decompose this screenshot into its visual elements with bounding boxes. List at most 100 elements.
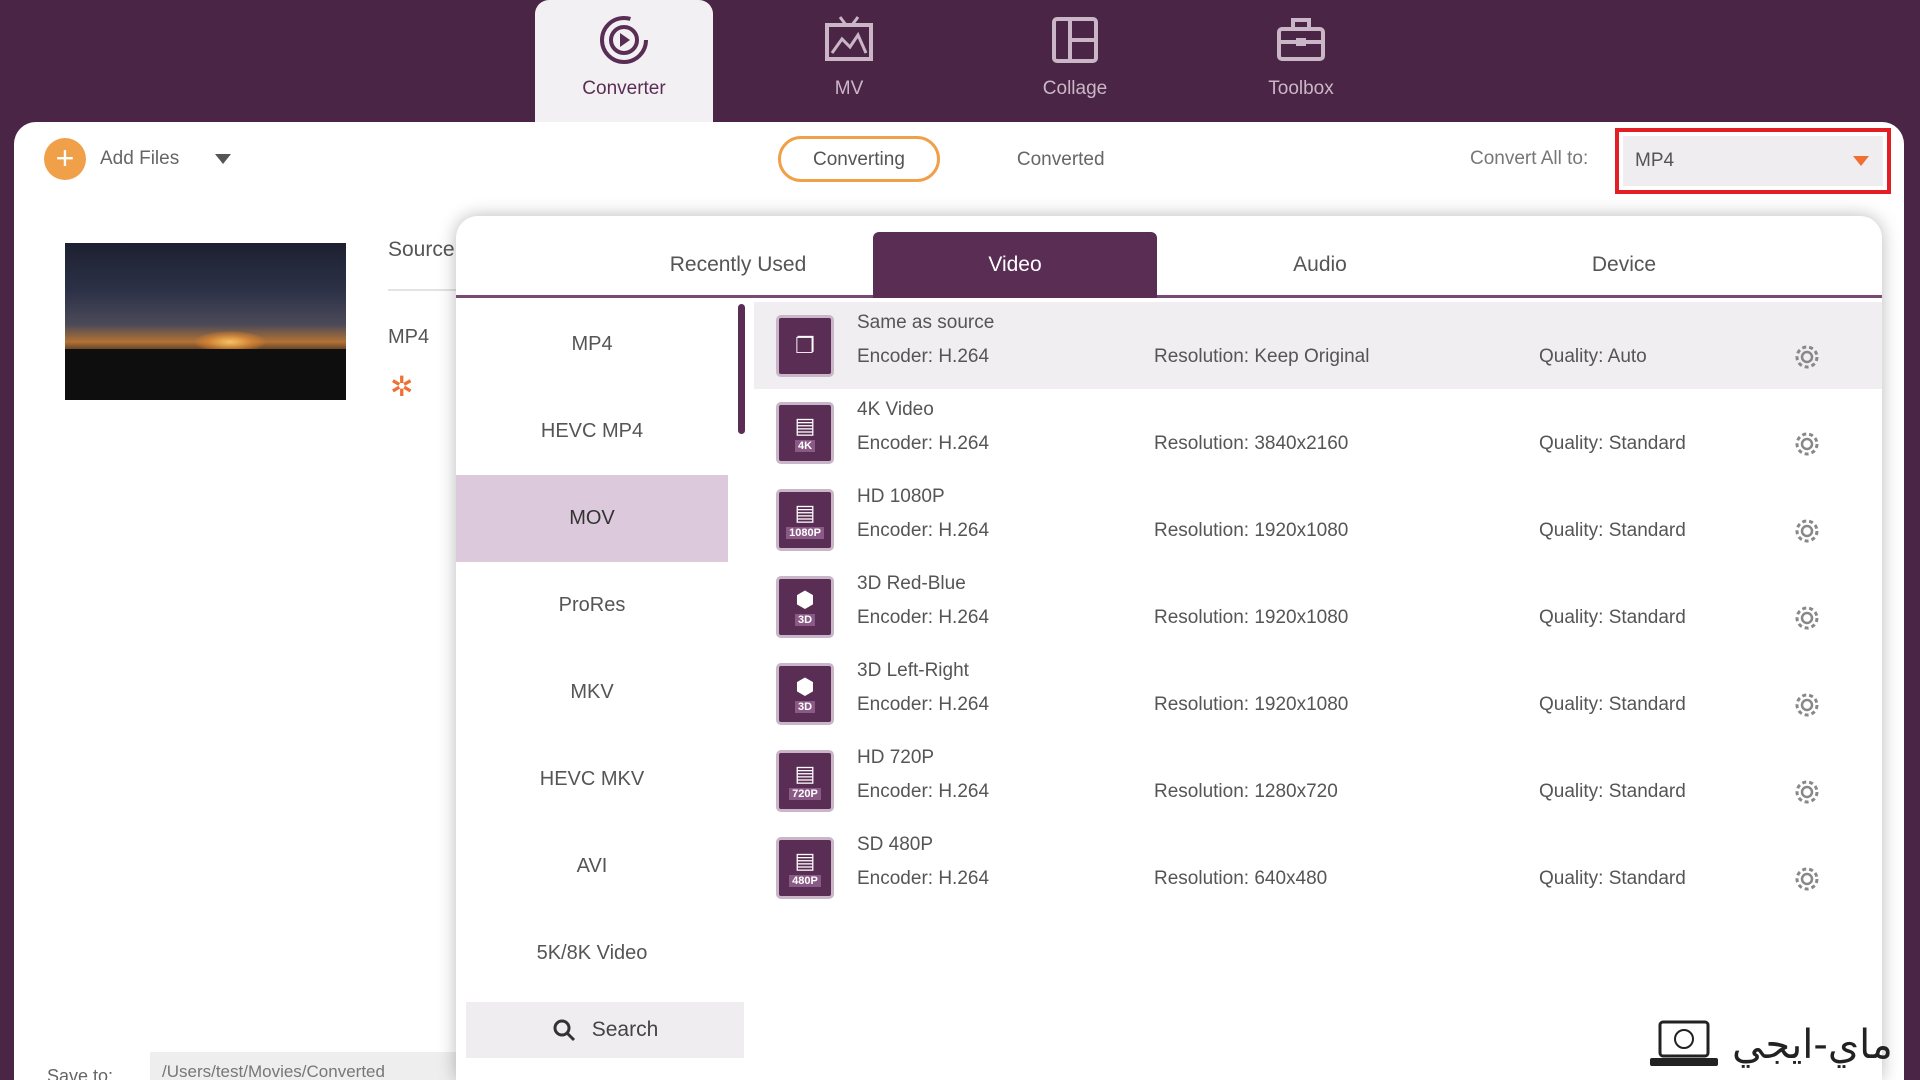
- gear-icon[interactable]: [1792, 690, 1822, 720]
- status-tabs: Converting Converted: [778, 136, 1140, 182]
- category-mp4[interactable]: MP4: [456, 301, 728, 388]
- format-encoder: Encoder: H.264: [857, 868, 990, 889]
- format-encoder: Encoder: H.264: [857, 433, 990, 454]
- format-resolution: Resolution: Keep Original: [1154, 346, 1370, 367]
- format-row-sd-480p[interactable]: ▤ 480P SD 480P Encoder: H.264 Resolution:…: [754, 824, 1882, 911]
- format-encoder: Encoder: H.264: [857, 346, 990, 367]
- divider: [388, 289, 458, 291]
- search-label: Search: [591, 1018, 659, 1041]
- format-resolution: Resolution: 3840x2160: [1154, 433, 1349, 454]
- search-icon: [553, 1019, 575, 1042]
- nav-tab-converter[interactable]: Converter: [535, 0, 713, 122]
- nav-tab-label: MV: [834, 78, 864, 99]
- toolbar: + Add Files Converting Converted Convert…: [14, 122, 1904, 198]
- format-row-hd-720p[interactable]: ▤ 720P HD 720P Encoder: H.264 Resolution:…: [754, 737, 1882, 824]
- format-row-4k-video[interactable]: ▤ 4K 4K Video Encoder: H.264 Resolution: …: [754, 389, 1882, 476]
- category-prores[interactable]: ProRes: [456, 562, 728, 649]
- format-name: HD 1080P: [857, 486, 945, 507]
- format-quality: Quality: Standard: [1539, 694, 1686, 715]
- format-tag: 4K: [794, 440, 816, 452]
- mv-icon: [821, 12, 877, 68]
- top-navigation: Converter MV Collage Toolbox: [0, 0, 1920, 122]
- format-encoder: Encoder: H.264: [857, 520, 990, 541]
- format-row-same-as-source[interactable]: ❐ Same as source Encoder: H.264 Resoluti…: [754, 302, 1882, 389]
- format-resolution: Resolution: 640x480: [1154, 868, 1328, 889]
- category-5k-8k-video[interactable]: 5K/8K Video: [456, 910, 728, 997]
- format-tag: 1080P: [786, 527, 824, 539]
- nav-tab-mv[interactable]: MV: [760, 0, 938, 122]
- category-mkv[interactable]: MKV: [456, 649, 728, 736]
- format-tag: 720P: [789, 788, 821, 800]
- save-to-label: Save to:: [47, 1066, 114, 1080]
- format-encoder: Encoder: H.264: [857, 781, 990, 802]
- laptop-icon: [1650, 1020, 1718, 1066]
- format-tag: 480P: [789, 875, 821, 887]
- format-quality: Quality: Standard: [1539, 868, 1686, 889]
- same-as-source-icon: ❐: [776, 315, 834, 377]
- nav-tab-label: Collage: [1042, 78, 1108, 99]
- 3d-cube-icon: ⬢ 3D: [776, 663, 834, 725]
- convert-all-label: Convert All to:: [1470, 148, 1589, 169]
- format-resolution: Resolution: 1280x720: [1154, 781, 1338, 802]
- format-encoder: Encoder: H.264: [857, 607, 990, 628]
- popup-tabs: Recently Used Video Audio Device: [456, 232, 1882, 298]
- format-quality: Quality: Auto: [1539, 346, 1647, 367]
- category-mov[interactable]: MOV: [456, 475, 728, 562]
- tab-converting[interactable]: Converting: [778, 136, 940, 182]
- format-row-3d-red-blue[interactable]: ⬢ 3D 3D Red-Blue Encoder: H.264 Resolutio…: [754, 563, 1882, 650]
- format-quality: Quality: Standard: [1539, 781, 1686, 802]
- category-hevc-mkv[interactable]: HEVC MKV: [456, 736, 728, 823]
- add-files-label: Add Files: [100, 148, 180, 169]
- chevron-down-icon[interactable]: [215, 154, 232, 164]
- file-format: MP4: [388, 326, 430, 348]
- collage-icon: [1047, 12, 1103, 68]
- format-name: HD 720P: [857, 747, 935, 768]
- format-name: 3D Left-Right: [857, 660, 969, 681]
- category-scrollbar[interactable]: [738, 304, 745, 434]
- tab-audio[interactable]: Audio: [1178, 232, 1462, 298]
- gear-icon[interactable]: [1792, 516, 1822, 546]
- tab-converted[interactable]: Converted: [982, 136, 1140, 182]
- format-row-hd-1080p[interactable]: ▤ 1080P HD 1080P Encoder: H.264 Resolutio…: [754, 476, 1882, 563]
- save-to-path-field[interactable]: /Users/test/Movies/Converted: [150, 1052, 470, 1080]
- converter-icon: [596, 12, 652, 68]
- nav-tab-toolbox[interactable]: Toolbox: [1212, 0, 1390, 122]
- nav-tab-label: Converter: [582, 78, 666, 99]
- watermark-text: ماي-ايجي: [1732, 1022, 1893, 1068]
- format-name: 4K Video: [857, 399, 934, 420]
- convert-all-select[interactable]: MP4: [1615, 128, 1891, 194]
- search-button[interactable]: Search: [466, 1002, 744, 1058]
- format-row-3d-left-right[interactable]: ⬢ 3D 3D Left-Right Encoder: H.264 Resolut…: [754, 650, 1882, 737]
- format-encoder: Encoder: H.264: [857, 694, 990, 715]
- plus-icon: +: [44, 138, 86, 180]
- video-thumbnail[interactable]: [65, 243, 346, 400]
- nav-tab-collage[interactable]: Collage: [986, 0, 1164, 122]
- tab-recently-used[interactable]: Recently Used: [596, 232, 880, 298]
- video-file-icon: ▤ 4K: [776, 402, 834, 464]
- tab-video[interactable]: Video: [873, 232, 1157, 298]
- format-list: ❐ Same as source Encoder: H.264 Resoluti…: [754, 302, 1882, 911]
- category-hevc-mp4[interactable]: HEVC MP4: [456, 388, 728, 475]
- gear-icon[interactable]: [1792, 864, 1822, 894]
- gear-icon[interactable]: [1792, 429, 1822, 459]
- format-quality: Quality: Standard: [1539, 433, 1686, 454]
- video-file-icon: ▤ 1080P: [776, 489, 834, 551]
- tab-device[interactable]: Device: [1482, 232, 1766, 298]
- format-tag: 3D: [794, 701, 816, 713]
- gear-icon[interactable]: [1792, 777, 1822, 807]
- gear-icon[interactable]: [1792, 603, 1822, 633]
- format-name: SD 480P: [857, 834, 934, 855]
- format-resolution: Resolution: 1920x1080: [1154, 694, 1349, 715]
- format-resolution: Resolution: 1920x1080: [1154, 520, 1349, 541]
- toolbox-icon: [1273, 12, 1329, 68]
- format-name: 3D Red-Blue: [857, 573, 966, 594]
- video-file-icon: ▤ 480P: [776, 837, 834, 899]
- format-quality: Quality: Standard: [1539, 520, 1686, 541]
- format-popup: Recently Used Video Audio Device MP4 HEV…: [456, 216, 1882, 1080]
- add-files-button[interactable]: + Add Files: [44, 138, 232, 180]
- effect-star-icon[interactable]: ✲: [390, 370, 413, 403]
- video-file-icon: ▤ 720P: [776, 750, 834, 812]
- nav-tab-label: Toolbox: [1268, 78, 1334, 99]
- gear-icon[interactable]: [1792, 342, 1822, 372]
- category-avi[interactable]: AVI: [456, 823, 728, 910]
